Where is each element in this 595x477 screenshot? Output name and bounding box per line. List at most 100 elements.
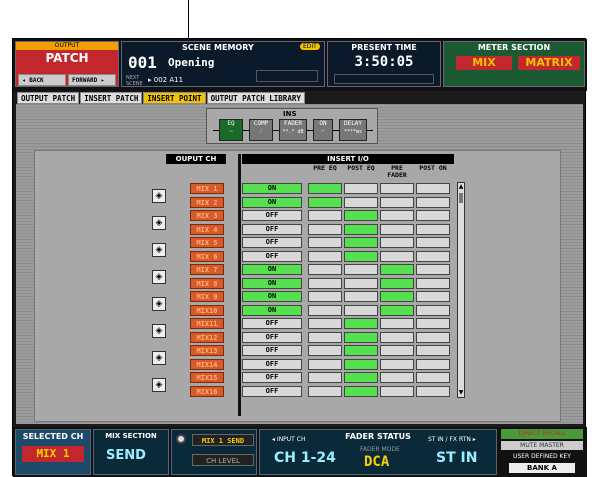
comp-module[interactable]: COMP ⁄ <box>249 119 273 141</box>
insert-point-post-on-button[interactable] <box>416 183 450 194</box>
insert-point-post-eq-button[interactable] <box>344 385 378 397</box>
pair-link-icon[interactable]: ◈ <box>152 189 166 203</box>
insert-point-post-on-button[interactable] <box>416 385 450 397</box>
insert-point-pre-fader-button[interactable] <box>380 291 414 302</box>
insert-point-post-eq-button[interactable] <box>344 210 378 221</box>
meter-matrix-button[interactable]: MATRIX <box>518 56 580 70</box>
insert-point-pre-fader-button[interactable] <box>380 237 414 248</box>
insert-point-pre-fader-button[interactable] <box>380 331 414 343</box>
eq-module[interactable]: EQ ~ <box>219 119 243 141</box>
insert-point-post-on-button[interactable] <box>416 345 450 356</box>
insert-point-pre-eq-button[interactable] <box>308 291 342 302</box>
insert-point-post-eq-button[interactable] <box>344 304 378 316</box>
direct-recall[interactable]: DIRECT RECALL <box>501 429 583 439</box>
insert-on-button[interactable]: OFF <box>242 223 302 235</box>
fader-module[interactable]: FADER **.* dB <box>279 119 307 141</box>
insert-point-pre-eq-button[interactable] <box>308 223 342 235</box>
insert-point-pre-fader-button[interactable] <box>380 318 414 329</box>
pair-link-icon[interactable]: ◈ <box>152 378 166 392</box>
tab-insert-patch[interactable]: INSERT PATCH <box>80 92 143 104</box>
bank-button[interactable]: BANK A <box>509 463 575 473</box>
tab-output-patch-library[interactable]: OUTPUT PATCH LIBRARY <box>206 92 305 104</box>
insert-on-button[interactable]: OFF <box>242 358 302 370</box>
insert-on-button[interactable]: ON <box>242 264 302 275</box>
insert-point-pre-eq-button[interactable] <box>308 264 342 275</box>
insert-point-post-eq-button[interactable] <box>344 372 378 383</box>
insert-point-pre-eq-button[interactable] <box>308 210 342 221</box>
pair-link-icon[interactable]: ◈ <box>152 216 166 230</box>
insert-on-button[interactable]: OFF <box>242 345 302 356</box>
insert-point-pre-eq-button[interactable] <box>308 372 342 383</box>
insert-on-button[interactable]: ON <box>242 196 302 208</box>
insert-point-pre-eq-button[interactable] <box>308 345 342 356</box>
meter-mix-button[interactable]: MIX <box>456 56 512 70</box>
insert-point-pre-eq-button[interactable] <box>308 331 342 343</box>
insert-point-pre-fader-button[interactable] <box>380 183 414 194</box>
mute-master[interactable]: MUTE MASTER <box>501 441 583 450</box>
insert-on-button[interactable]: ON <box>242 277 302 289</box>
insert-point-post-on-button[interactable] <box>416 210 450 221</box>
pair-link-icon[interactable]: ◈ <box>152 351 166 365</box>
tab-output-patch[interactable]: OUTPUT PATCH <box>17 92 80 104</box>
insert-point-pre-eq-button[interactable] <box>308 385 342 397</box>
ch-level[interactable]: CH LEVEL <box>192 454 254 466</box>
tab-insert-point[interactable]: INSERT POINT <box>143 92 206 104</box>
scroll-thumb[interactable] <box>459 193 463 203</box>
st-in-value[interactable]: ST IN <box>436 450 477 466</box>
insert-point-pre-eq-button[interactable] <box>308 237 342 248</box>
pair-link-icon[interactable]: ◈ <box>152 270 166 284</box>
insert-point-pre-fader-button[interactable] <box>380 264 414 275</box>
insert-point-post-eq-button[interactable] <box>344 331 378 343</box>
insert-point-post-on-button[interactable] <box>416 358 450 370</box>
pair-link-icon[interactable]: ◈ <box>152 324 166 338</box>
insert-point-post-eq-button[interactable] <box>344 291 378 302</box>
insert-point-pre-fader-button[interactable] <box>380 385 414 397</box>
insert-on-button[interactable]: OFF <box>242 372 302 383</box>
pair-link-icon[interactable]: ◈ <box>152 297 166 311</box>
insert-point-post-eq-button[interactable] <box>344 237 378 248</box>
insert-on-button[interactable]: OFF <box>242 318 302 329</box>
insert-point-post-eq-button[interactable] <box>344 264 378 275</box>
insert-point-post-on-button[interactable] <box>416 196 450 208</box>
insert-point-pre-eq-button[interactable] <box>308 304 342 316</box>
insert-point-pre-eq-button[interactable] <box>308 277 342 289</box>
insert-point-pre-eq-button[interactable] <box>308 196 342 208</box>
insert-point-pre-fader-button[interactable] <box>380 304 414 316</box>
insert-point-post-eq-button[interactable] <box>344 250 378 262</box>
insert-point-pre-fader-button[interactable] <box>380 372 414 383</box>
insert-point-post-on-button[interactable] <box>416 372 450 383</box>
insert-point-pre-eq-button[interactable] <box>308 183 342 194</box>
scene-memory[interactable]: SCENE MEMORY EDIT 001 Opening NEXT SCENE… <box>121 41 325 87</box>
insert-point-pre-fader-button[interactable] <box>380 250 414 262</box>
insert-point-post-eq-button[interactable] <box>344 318 378 329</box>
insert-point-post-eq-button[interactable] <box>344 345 378 356</box>
insert-on-button[interactable]: OFF <box>242 210 302 221</box>
fader-mode-value[interactable]: DCA <box>364 454 389 470</box>
insert-point-pre-eq-button[interactable] <box>308 358 342 370</box>
scroll-up-icon[interactable]: ▲ <box>458 183 464 191</box>
insert-point-pre-fader-button[interactable] <box>380 210 414 221</box>
scroll-down-icon[interactable]: ▼ <box>458 389 464 397</box>
insert-point-post-eq-button[interactable] <box>344 196 378 208</box>
insert-point-post-on-button[interactable] <box>416 264 450 275</box>
insert-on-button[interactable]: ON <box>242 291 302 302</box>
insert-point-post-on-button[interactable] <box>416 291 450 302</box>
insert-point-post-on-button[interactable] <box>416 223 450 235</box>
insert-point-post-on-button[interactable] <box>416 250 450 262</box>
insert-point-post-on-button[interactable] <box>416 237 450 248</box>
insert-point-pre-fader-button[interactable] <box>380 345 414 356</box>
pair-link-icon[interactable]: ◈ <box>152 243 166 257</box>
insert-on-button[interactable]: OFF <box>242 331 302 343</box>
forward-button[interactable]: FORWARD ▸ <box>68 74 116 86</box>
insert-point-post-eq-button[interactable] <box>344 358 378 370</box>
insert-on-button[interactable]: OFF <box>242 250 302 262</box>
back-button[interactable]: ◂ BACK <box>18 74 66 86</box>
insert-point-post-on-button[interactable] <box>416 318 450 329</box>
on-module[interactable]: ON ⌐ <box>313 119 333 141</box>
mix-send[interactable]: MIX 1 SEND <box>192 434 254 446</box>
insert-point-pre-eq-button[interactable] <box>308 318 342 329</box>
insert-point-post-eq-button[interactable] <box>344 183 378 194</box>
insert-on-button[interactable]: OFF <box>242 385 302 397</box>
delay-module[interactable]: DELAY ****ms <box>339 119 367 141</box>
scrollbar[interactable]: ▲ ▼ <box>457 182 465 398</box>
